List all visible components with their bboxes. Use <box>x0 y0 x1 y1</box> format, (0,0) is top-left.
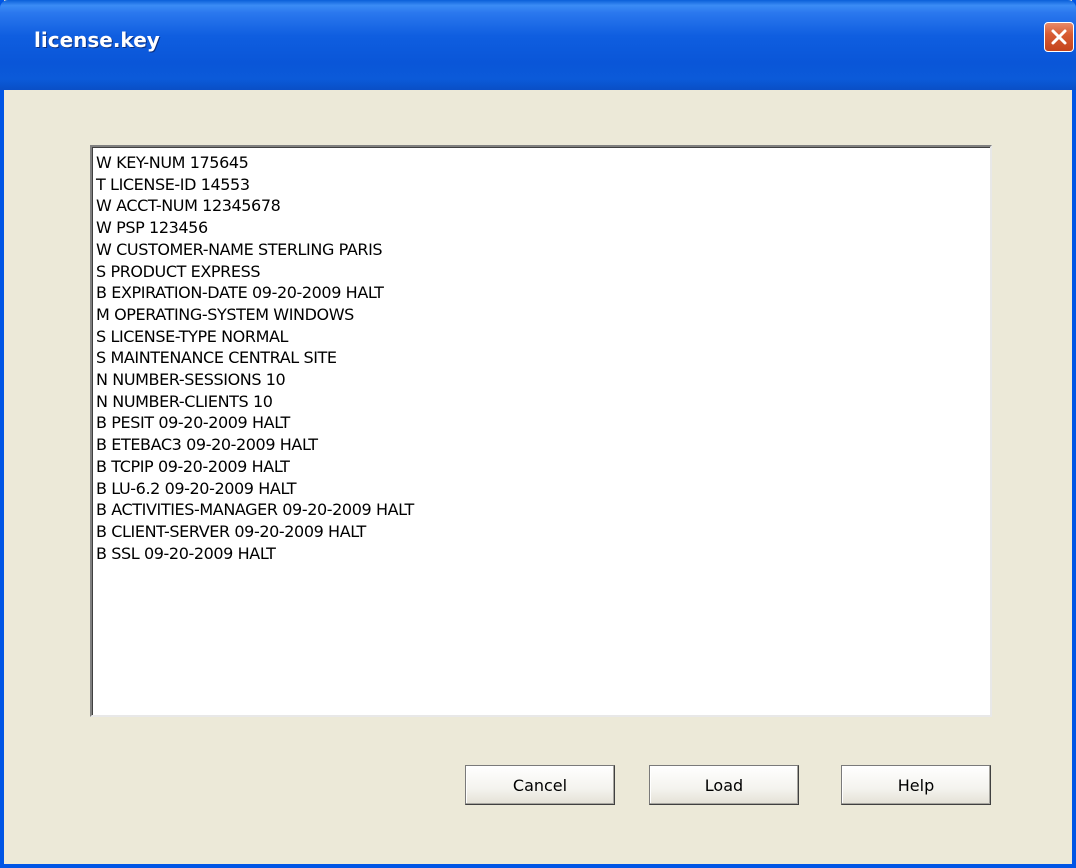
license-line: S MAINTENANCE CENTRAL SITE <box>96 348 337 368</box>
license-line: B PESIT 09-20-2009 HALT <box>96 413 290 433</box>
license-line: N NUMBER-SESSIONS 10 <box>96 370 286 390</box>
load-button[interactable]: Load <box>649 765 799 805</box>
close-icon <box>1051 29 1067 45</box>
help-button[interactable]: Help <box>841 765 991 805</box>
license-line: B TCPIP 09-20-2009 HALT <box>96 456 290 476</box>
license-line: B ACTIVITIES-MANAGER 09-20-2009 HALT <box>96 500 414 520</box>
window-title: license.key <box>34 28 160 52</box>
title-bar[interactable]: license.key <box>0 0 1076 90</box>
license-line: M OPERATING-SYSTEM WINDOWS <box>96 304 354 324</box>
dialog-body: W KEY-NUM 175645 T LICENSE-ID 14553 W AC… <box>4 90 1072 864</box>
close-button[interactable] <box>1044 22 1074 52</box>
license-line: B SSL 09-20-2009 HALT <box>96 543 276 563</box>
license-line: W ACCT-NUM 12345678 <box>96 196 281 216</box>
license-line: B ETEBAC3 09-20-2009 HALT <box>96 435 318 455</box>
license-line: W CUSTOMER-NAME STERLING PARIS <box>96 239 383 259</box>
license-line: S LICENSE-TYPE NORMAL <box>96 326 289 346</box>
license-line: S PRODUCT EXPRESS <box>96 261 261 281</box>
license-text-area[interactable]: W KEY-NUM 175645 T LICENSE-ID 14553 W AC… <box>90 145 992 717</box>
license-key-dialog: license.key W KEY-NUM 175645 T LICENSE-I… <box>0 0 1076 868</box>
license-line: B LU-6.2 09-20-2009 HALT <box>96 478 297 498</box>
license-line: W PSP 123456 <box>96 218 208 238</box>
license-line: N NUMBER-CLIENTS 10 <box>96 391 273 411</box>
license-line: W KEY-NUM 175645 <box>96 153 249 172</box>
license-line: B CLIENT-SERVER 09-20-2009 HALT <box>96 521 366 541</box>
cancel-button[interactable]: Cancel <box>465 765 615 805</box>
license-line: B EXPIRATION-DATE 09-20-2009 HALT <box>96 283 384 303</box>
license-line: T LICENSE-ID 14553 <box>96 174 250 194</box>
